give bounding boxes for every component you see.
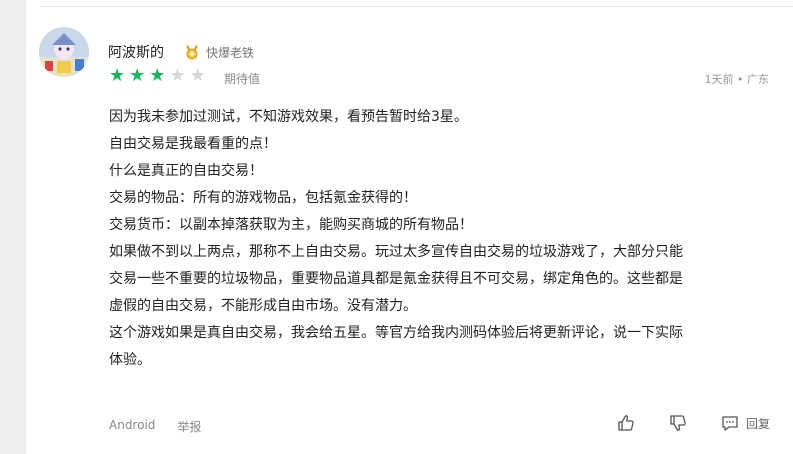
dislike-button[interactable] (668, 413, 688, 433)
rating-label: 期待值 (224, 72, 261, 86)
like-button[interactable] (616, 413, 636, 433)
device-label: Android (109, 418, 156, 432)
review-line: 交易的物品：所有的游戏物品，包括氪金获得的！ (109, 190, 417, 206)
review-footer: Android 举报 (109, 418, 201, 435)
avatar[interactable] (39, 27, 89, 77)
star-icon: ★ (109, 65, 126, 86)
star-icon: ★ (189, 65, 206, 86)
page-left-margin (0, 0, 26, 454)
username[interactable]: 阿波斯的 (108, 42, 164, 62)
review-line: 如果做不到以上两点，那称不上自由交易。玩过太多宣传自由交易的垃圾游戏了，大部分只… (109, 244, 683, 260)
review-line: 自由交易是我最看重的点！ (109, 136, 277, 152)
review-line: 交易一些不重要的垃圾物品，重要物品道具都是氪金获得且不可交易，绑定角色的。这些都… (109, 271, 683, 287)
review-line: 体验。 (109, 352, 151, 368)
star-icon: ★ (169, 65, 186, 86)
star-rating: ★ ★ ★ ★ ★ (109, 67, 206, 85)
review-line: 什么是真正的自由交易！ (109, 163, 263, 179)
review-line: 交易货币：以副本掉落获取为主，能购买商城的所有物品！ (109, 217, 473, 233)
comment-icon (722, 416, 738, 431)
divider (40, 6, 793, 7)
review-line: 因为我未参加过测试，不知游戏效果，看预告暂时给3星。 (109, 109, 468, 125)
user-badge: 快爆老铁 (206, 46, 255, 60)
thumbs-up-icon (618, 415, 634, 431)
medal-icon (184, 44, 200, 60)
thumbs-down-icon (670, 415, 686, 431)
reply-button[interactable]: 回复 (720, 413, 770, 433)
review-content: 因为我未参加过测试，不知游戏效果，看预告暂时给3星。 自由交易是我最看重的点！ … (109, 104, 779, 374)
report-link[interactable]: 举报 (177, 418, 201, 435)
review-actions: 回复 (616, 413, 770, 433)
post-meta: 1天前 • 广东 (704, 73, 769, 86)
review-card: 阿波斯的 快爆老铁 ★ ★ ★ ★ ★ 期待值 1天前 • 广东 因为我未参加过… (26, 0, 793, 454)
star-icon: ★ (129, 65, 146, 86)
reply-label: 回复 (746, 416, 771, 431)
review-line: 虚假的自由交易，不能形成自由市场。没有潜力。 (109, 298, 417, 314)
review-line: 这个游戏如果是真自由交易，我会给五星。等官方给我内测码体验后将更新评论，说一下实… (109, 325, 683, 341)
star-icon: ★ (149, 65, 166, 86)
